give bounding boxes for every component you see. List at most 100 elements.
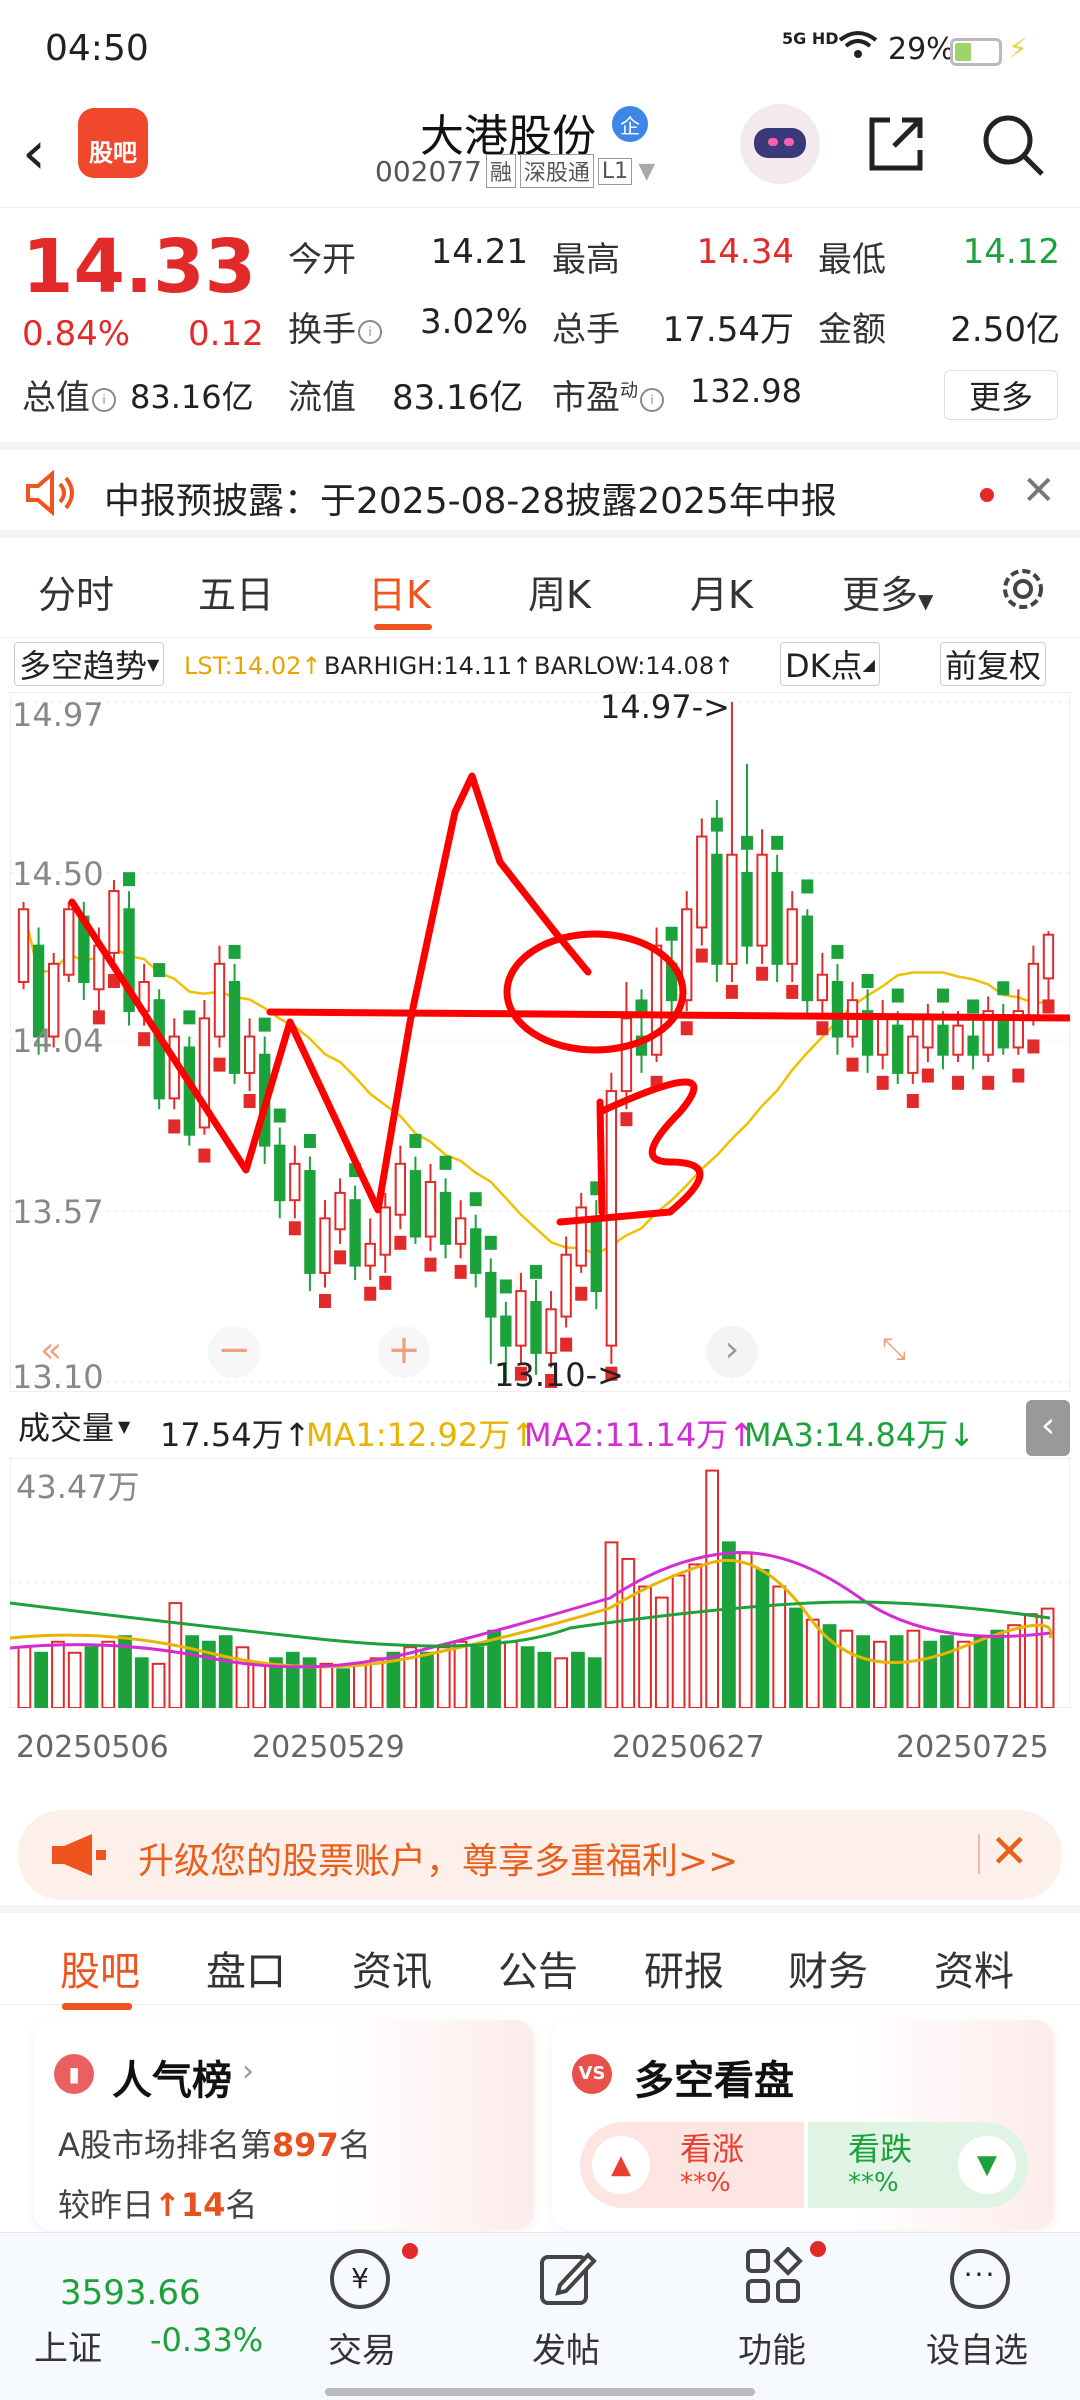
dk-point-select[interactable]: DK点 ◢ (780, 642, 880, 686)
tab-more[interactable]: 更多▼ (842, 564, 933, 619)
tab-intraday[interactable]: 分时 (38, 564, 114, 619)
candle (274, 1144, 286, 1202)
search-icon[interactable] (980, 112, 1046, 178)
promo-banner[interactable]: 升级您的股票账户，尊享多重福利>> ✕ (18, 1810, 1062, 1900)
index-value[interactable]: 3593.66 (60, 2273, 201, 2313)
edit-icon[interactable] (536, 2247, 598, 2309)
more-quote-button[interactable]: 更多 (944, 370, 1058, 420)
volume-bar (889, 1635, 904, 1708)
notice-bar[interactable]: 中报预披露：于2025-08-28披露2025年中报 ✕ (0, 442, 1080, 538)
bear-value: **% (848, 2168, 899, 2198)
tab-monthly-k[interactable]: 月K (690, 564, 753, 619)
yuan-icon[interactable]: ¥ (330, 2249, 390, 2309)
volume-bar (51, 1640, 65, 1708)
bull-button[interactable]: ▲ 看涨 **% (580, 2122, 804, 2208)
volume-bar (604, 1541, 619, 1708)
fullscreen-icon[interactable]: ⤡ (882, 1332, 906, 1367)
grid-apps-icon[interactable] (744, 2247, 804, 2307)
active-tab-indicator (374, 624, 432, 630)
tab-finance[interactable]: 财务 (788, 1939, 868, 1997)
turnover-label: 换手 i (288, 302, 382, 351)
indicator-select[interactable]: 多空趋势 ▼ (14, 642, 165, 686)
bear-button[interactable]: 看跌 **% ▼ (808, 2122, 1028, 2208)
status-bar: 04:50 5G HD 29% ⚡ (0, 0, 1080, 100)
pe-label: 市盈动 i (552, 370, 664, 419)
open-value: 14.21 (430, 232, 528, 272)
trend-marker (1012, 1068, 1025, 1083)
rank-text: A股市场排名第897名 (58, 2126, 371, 2164)
adjust-select[interactable]: 前复权 (940, 642, 1047, 686)
volume-bar (336, 1668, 350, 1708)
guba-logo[interactable]: 股吧 (78, 108, 148, 178)
nav-add-watchlist[interactable]: 设自选 (926, 2323, 1028, 2372)
volume-bar (839, 1629, 854, 1708)
zoom-in-button[interactable]: + (378, 1326, 430, 1378)
nav-post[interactable]: 发帖 (532, 2323, 600, 2372)
speaker-icon (26, 470, 74, 516)
close-icon[interactable]: ✕ (990, 1824, 1029, 1878)
trend-marker (620, 1112, 633, 1127)
volume-bar (671, 1574, 686, 1708)
candle (515, 1290, 527, 1347)
high-label: 最高 (552, 240, 620, 280)
candle (816, 973, 829, 1002)
close-icon[interactable]: ✕ (1022, 468, 1056, 514)
tab-daily-k[interactable]: 日K (368, 564, 431, 619)
tab-profile[interactable]: 资料 (934, 1939, 1014, 1997)
bull-bear-card: VS 多空看盘 ▲ 看涨 **% 看跌 **% ▼ (552, 2020, 1054, 2230)
volume-bar (34, 1651, 49, 1708)
tab-five-day[interactable]: 五日 (198, 564, 274, 619)
chart-toolbar: 多空趋势 ▼ LST:14.02↑ BARHIGH:14.11↑ BARLOW:1… (0, 640, 1080, 690)
trend-marker (936, 988, 949, 1003)
candle (394, 1162, 407, 1216)
volume-label: 总手 (552, 310, 620, 350)
trend-marker (921, 1068, 934, 1083)
nav-functions[interactable]: 功能 (738, 2323, 806, 2372)
notice-text: 中报预披露：于2025-08-28披露2025年中报 (104, 481, 837, 522)
stock-subtitle[interactable]: 002077 融 深股通 L1 ▼ (375, 154, 655, 188)
scroll-right-button[interactable]: › (706, 1326, 758, 1378)
tab-guba[interactable]: 股吧 (60, 1939, 140, 1997)
tab-weekly-k[interactable]: 周K (528, 564, 591, 619)
unread-dot (980, 488, 994, 502)
gear-icon[interactable] (996, 562, 1050, 616)
scroll-left-icon[interactable]: « (40, 1330, 62, 1371)
tab-research[interactable]: 研报 (644, 1939, 724, 1997)
nav-trade[interactable]: 交易 (328, 2323, 396, 2372)
candle (17, 908, 30, 983)
volume-bar (84, 1646, 99, 1708)
promo-text: 升级您的股票账户，尊享多重福利>> (138, 1841, 739, 1882)
zoom-out-button[interactable]: − (208, 1326, 260, 1378)
volume-bar (688, 1563, 703, 1708)
candle (500, 1315, 512, 1347)
candle (711, 853, 723, 965)
tab-orderbook[interactable]: 盘口 (206, 1939, 286, 1997)
volume-bar (873, 1640, 887, 1708)
trend-marker (228, 944, 241, 959)
volume-indicator-select[interactable]: 成交量 ▼ (14, 1404, 134, 1448)
trend-marker (334, 1250, 347, 1265)
volume-bar (17, 1646, 32, 1708)
more-icon[interactable]: ··· (950, 2249, 1010, 2309)
collapse-panel-button[interactable]: ‹ (1026, 1400, 1070, 1456)
share-icon[interactable] (864, 112, 928, 176)
popularity-card[interactable]: ▮ 人气榜 › A股市场排名第897名 较昨日↑14名 (34, 2020, 534, 2230)
tab-announcements[interactable]: 公告 (498, 1939, 578, 1997)
volume-bar (470, 1646, 485, 1708)
volume-bar (453, 1640, 468, 1708)
margin-tag: 融 (485, 154, 516, 188)
robot-assistant-icon[interactable] (740, 104, 820, 184)
home-indicator[interactable] (325, 2388, 755, 2396)
trend-marker (258, 1017, 271, 1032)
candlestick-chart[interactable]: 14.9714.5014.0413.5713.1014.97->13.10-> (10, 692, 1070, 1392)
volume-bar (151, 1662, 166, 1708)
back-button[interactable]: ‹ (22, 118, 46, 188)
trend-marker (861, 974, 874, 988)
trend-marker (379, 1275, 392, 1290)
trend-marker (243, 1094, 256, 1108)
volume-bar (520, 1646, 535, 1708)
candle (213, 962, 226, 1038)
tab-news[interactable]: 资讯 (352, 1939, 432, 1997)
volume-bar (252, 1662, 267, 1708)
volume-bar (587, 1657, 602, 1708)
